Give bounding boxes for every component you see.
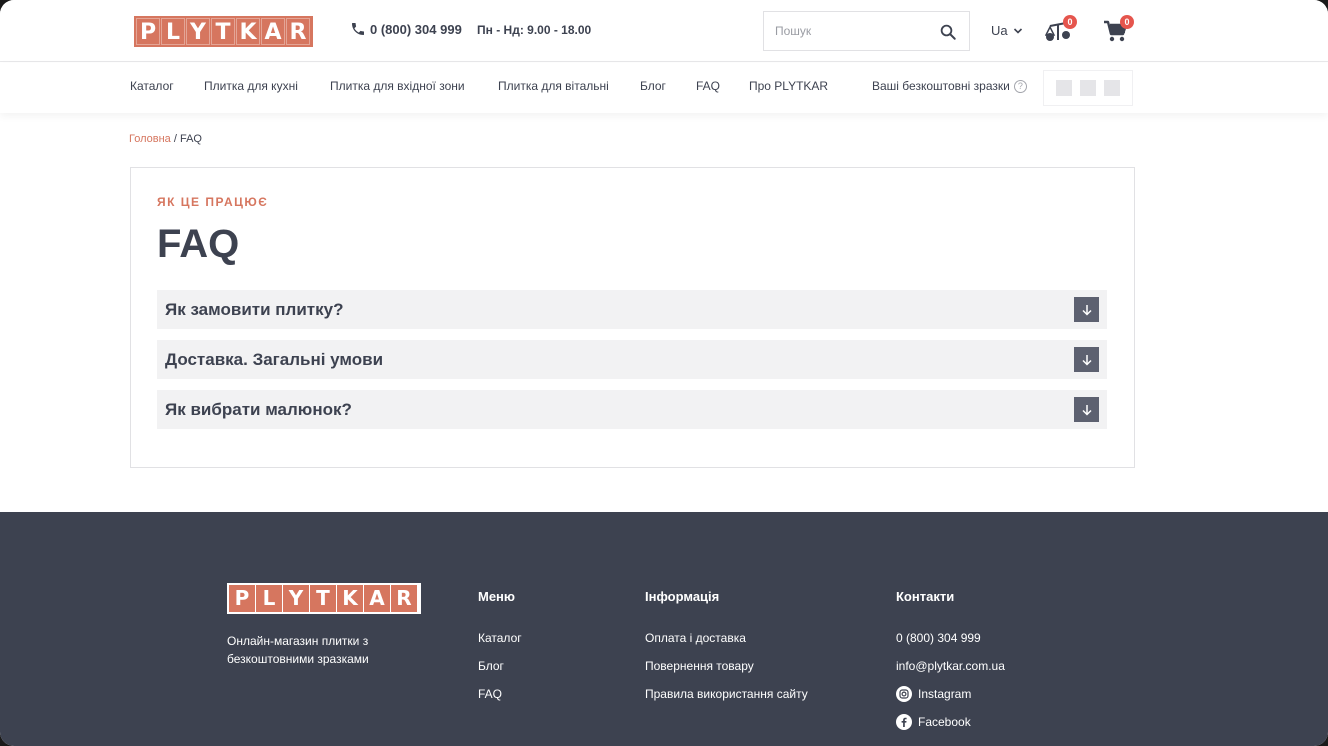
search-icon[interactable] [939,23,957,41]
footer-tagline: Онлайн-магазин плитки з безкоштовними зр… [227,634,369,666]
working-hours: Пн - Нд: 9.00 - 18.00 [477,23,592,37]
logo-letter: L [256,585,282,612]
compare-count-badge: 0 [1063,15,1077,29]
chevron-down-icon [1013,27,1022,34]
cart-count-badge: 0 [1120,15,1134,29]
logo-letter: Y [186,18,210,45]
logo-letter: A [261,18,285,45]
footer-info-column: Інформація Оплата і доставка Повернення … [645,589,808,708]
header-phone-number: 0 (800) 304 999 [370,21,462,37]
instagram-label: Instagram [918,687,972,701]
page-frame: P L Y T K A R 0 (800) 304 999 Пн - Нд: 9… [0,0,1328,746]
footer-logo[interactable]: P L Y T K A R [227,583,421,614]
logo-letter: A [364,585,390,612]
sample-slot[interactable] [1104,80,1120,96]
arrow-down-icon [1081,404,1092,416]
faq-item[interactable]: Як замовити плитку? [157,290,1107,329]
footer-contacts-heading: Контакти [896,589,955,604]
logo-letter: Y [283,585,309,612]
arrow-down-icon [1081,354,1092,366]
logo-letter: R [286,18,310,45]
free-samples-link[interactable]: Ваші безкоштовні зразки ? [872,79,1027,93]
logo-letter: L [161,18,185,45]
breadcrumb-separator: / [173,133,177,145]
facebook-icon [896,714,912,730]
footer-email[interactable]: info@plytkar.com.ua [896,652,1005,680]
footer-link-blog[interactable]: Блог [478,652,522,680]
top-header: P L Y T K A R 0 (800) 304 999 Пн - Нд: 9… [0,0,1328,62]
logo-letter: P [136,18,160,45]
breadcrumb-current: FAQ [179,133,202,145]
logo-letter: K [236,18,260,45]
logo-letter: T [211,18,235,45]
help-icon[interactable]: ? [1013,79,1027,93]
site-logo[interactable]: P L Y T K A R [134,16,313,47]
phone-icon [352,23,364,35]
nav-item-faq[interactable]: FAQ [696,79,720,93]
faq-question: Доставка. Загальні умови [165,349,384,369]
logo-letter: R [391,585,417,612]
search-input[interactable] [764,12,924,50]
main-nav: Каталог Плитка для кухні Плитка для вхід… [0,63,1328,113]
faq-question: Як вибрати малюнок? [165,399,352,419]
footer-instagram-link[interactable]: Instagram [896,680,1005,708]
footer-phone[interactable]: 0 (800) 304 999 [896,624,1005,652]
nav-item-entrance-tiles[interactable]: Плитка для вхідної зони [330,79,465,93]
faq-item[interactable]: Як вибрати малюнок? [157,390,1107,429]
expand-button[interactable] [1074,397,1099,422]
footer-info-heading: Інформація [645,589,720,604]
footer-link-catalog[interactable]: Каталог [478,624,522,652]
nav-item-catalog[interactable]: Каталог [130,79,174,93]
nav-item-kitchen-tiles[interactable]: Плитка для кухні [204,79,298,93]
search-box [763,11,970,51]
breadcrumb: Головна / FAQ [129,133,202,145]
sample-slot[interactable] [1080,80,1096,96]
faq-card: ЯК ЦЕ ПРАЦЮЄ FAQ Як замовити плитку? Дос… [130,167,1135,468]
nav-item-blog[interactable]: Блог [640,79,666,93]
expand-button[interactable] [1074,297,1099,322]
footer-menu-column: Меню Каталог Блог FAQ [478,589,522,708]
expand-button[interactable] [1074,347,1099,372]
footer-link-faq[interactable]: FAQ [478,680,522,708]
footer-menu-heading: Меню [478,589,516,604]
arrow-down-icon [1081,304,1092,316]
language-label: Ua [991,23,1008,38]
footer-link-returns[interactable]: Повернення товару [645,652,808,680]
sample-slots [1043,70,1133,106]
page-title: FAQ [157,222,240,266]
logo-letter: P [229,585,255,612]
logo-letter: T [310,585,336,612]
nav-item-about[interactable]: Про PLYTKAR [749,79,828,93]
faq-item[interactable]: Доставка. Загальні умови [157,340,1107,379]
section-eyebrow: ЯК ЦЕ ПРАЦЮЄ [157,195,269,209]
footer-link-terms[interactable]: Правила використання сайту [645,680,808,708]
language-selector[interactable]: Ua [991,23,1023,38]
header-phone[interactable]: 0 (800) 304 999 [350,21,462,37]
footer-contacts-column: Контакти 0 (800) 304 999 info@plytkar.co… [896,589,1005,736]
free-samples-label: Ваші безкоштовні зразки [872,79,1010,93]
sample-slot[interactable] [1056,80,1072,96]
faq-question: Як замовити плитку? [165,299,344,319]
breadcrumb-home[interactable]: Головна [129,133,171,145]
logo-letter: K [337,585,363,612]
instagram-icon [896,686,912,702]
site-footer: P L Y T K A R Онлайн-магазин плитки з бе… [0,512,1328,746]
facebook-label: Facebook [918,715,971,729]
footer-facebook-link[interactable]: Facebook [896,708,1005,736]
footer-link-payment-delivery[interactable]: Оплата і доставка [645,624,808,652]
nav-item-living-room-tiles[interactable]: Плитка для вітальні [498,79,609,93]
cart-button[interactable]: 0 [1102,15,1134,44]
compare-button[interactable]: 0 [1044,15,1077,44]
